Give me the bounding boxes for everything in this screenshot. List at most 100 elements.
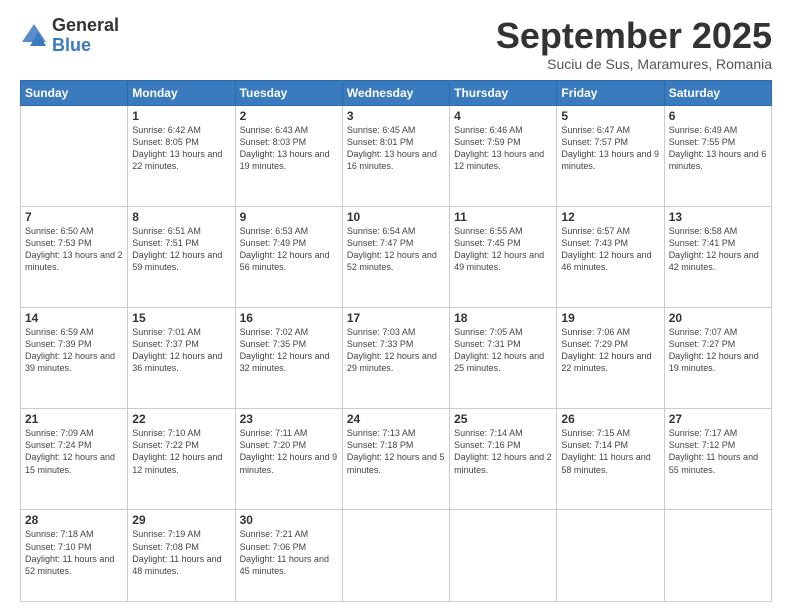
- day-number: 1: [132, 109, 230, 123]
- day-info: Sunrise: 7:11 AMSunset: 7:20 PMDaylight:…: [240, 427, 338, 476]
- day-info: Sunrise: 6:58 AMSunset: 7:41 PMDaylight:…: [669, 225, 767, 274]
- logo-blue-text: Blue: [52, 36, 119, 56]
- day-info: Sunrise: 7:14 AMSunset: 7:16 PMDaylight:…: [454, 427, 552, 476]
- weekday-row: Sunday Monday Tuesday Wednesday Thursday…: [21, 80, 772, 105]
- table-row: 2Sunrise: 6:43 AMSunset: 8:03 PMDaylight…: [235, 105, 342, 206]
- day-info: Sunrise: 6:45 AMSunset: 8:01 PMDaylight:…: [347, 124, 445, 173]
- day-info: Sunrise: 7:15 AMSunset: 7:14 PMDaylight:…: [561, 427, 659, 476]
- table-row: 30Sunrise: 7:21 AMSunset: 7:06 PMDayligh…: [235, 510, 342, 602]
- day-info: Sunrise: 6:55 AMSunset: 7:45 PMDaylight:…: [454, 225, 552, 274]
- calendar-header: Sunday Monday Tuesday Wednesday Thursday…: [21, 80, 772, 105]
- table-row: [450, 510, 557, 602]
- day-number: 4: [454, 109, 552, 123]
- table-row: 6Sunrise: 6:49 AMSunset: 7:55 PMDaylight…: [664, 105, 771, 206]
- day-info: Sunrise: 6:49 AMSunset: 7:55 PMDaylight:…: [669, 124, 767, 173]
- day-number: 14: [25, 311, 123, 325]
- location-subtitle: Suciu de Sus, Maramures, Romania: [496, 56, 772, 72]
- logo-icon: [20, 22, 48, 50]
- day-number: 12: [561, 210, 659, 224]
- header-friday: Friday: [557, 80, 664, 105]
- calendar-table: Sunday Monday Tuesday Wednesday Thursday…: [20, 80, 772, 602]
- table-row: 21Sunrise: 7:09 AMSunset: 7:24 PMDayligh…: [21, 409, 128, 510]
- table-row: 19Sunrise: 7:06 AMSunset: 7:29 PMDayligh…: [557, 308, 664, 409]
- day-number: 13: [669, 210, 767, 224]
- month-title: September 2025: [496, 16, 772, 56]
- table-row: 9Sunrise: 6:53 AMSunset: 7:49 PMDaylight…: [235, 206, 342, 307]
- table-row: 25Sunrise: 7:14 AMSunset: 7:16 PMDayligh…: [450, 409, 557, 510]
- table-row: 27Sunrise: 7:17 AMSunset: 7:12 PMDayligh…: [664, 409, 771, 510]
- day-number: 29: [132, 513, 230, 527]
- day-number: 2: [240, 109, 338, 123]
- day-info: Sunrise: 7:21 AMSunset: 7:06 PMDaylight:…: [240, 528, 338, 577]
- day-info: Sunrise: 7:13 AMSunset: 7:18 PMDaylight:…: [347, 427, 445, 476]
- table-row: 18Sunrise: 7:05 AMSunset: 7:31 PMDayligh…: [450, 308, 557, 409]
- day-number: 3: [347, 109, 445, 123]
- day-number: 26: [561, 412, 659, 426]
- day-info: Sunrise: 7:03 AMSunset: 7:33 PMDaylight:…: [347, 326, 445, 375]
- day-info: Sunrise: 6:46 AMSunset: 7:59 PMDaylight:…: [454, 124, 552, 173]
- day-info: Sunrise: 6:54 AMSunset: 7:47 PMDaylight:…: [347, 225, 445, 274]
- page: General Blue September 2025 Suciu de Sus…: [0, 0, 792, 612]
- table-row: 5Sunrise: 6:47 AMSunset: 7:57 PMDaylight…: [557, 105, 664, 206]
- table-row: 13Sunrise: 6:58 AMSunset: 7:41 PMDayligh…: [664, 206, 771, 307]
- day-number: 22: [132, 412, 230, 426]
- day-info: Sunrise: 7:09 AMSunset: 7:24 PMDaylight:…: [25, 427, 123, 476]
- day-number: 30: [240, 513, 338, 527]
- header-tuesday: Tuesday: [235, 80, 342, 105]
- day-info: Sunrise: 7:19 AMSunset: 7:08 PMDaylight:…: [132, 528, 230, 577]
- table-row: 4Sunrise: 6:46 AMSunset: 7:59 PMDaylight…: [450, 105, 557, 206]
- logo-text: General Blue: [52, 16, 119, 56]
- day-number: 23: [240, 412, 338, 426]
- table-row: 24Sunrise: 7:13 AMSunset: 7:18 PMDayligh…: [342, 409, 449, 510]
- day-number: 19: [561, 311, 659, 325]
- table-row: 22Sunrise: 7:10 AMSunset: 7:22 PMDayligh…: [128, 409, 235, 510]
- day-number: 16: [240, 311, 338, 325]
- table-row: [342, 510, 449, 602]
- table-row: 20Sunrise: 7:07 AMSunset: 7:27 PMDayligh…: [664, 308, 771, 409]
- table-row: 7Sunrise: 6:50 AMSunset: 7:53 PMDaylight…: [21, 206, 128, 307]
- day-number: 9: [240, 210, 338, 224]
- table-row: 29Sunrise: 7:19 AMSunset: 7:08 PMDayligh…: [128, 510, 235, 602]
- calendar-body: 1Sunrise: 6:42 AMSunset: 8:05 PMDaylight…: [21, 105, 772, 601]
- day-info: Sunrise: 7:17 AMSunset: 7:12 PMDaylight:…: [669, 427, 767, 476]
- day-number: 17: [347, 311, 445, 325]
- table-row: 16Sunrise: 7:02 AMSunset: 7:35 PMDayligh…: [235, 308, 342, 409]
- table-row: [557, 510, 664, 602]
- day-info: Sunrise: 7:05 AMSunset: 7:31 PMDaylight:…: [454, 326, 552, 375]
- day-info: Sunrise: 6:42 AMSunset: 8:05 PMDaylight:…: [132, 124, 230, 173]
- header-wednesday: Wednesday: [342, 80, 449, 105]
- day-info: Sunrise: 7:01 AMSunset: 7:37 PMDaylight:…: [132, 326, 230, 375]
- title-block: September 2025 Suciu de Sus, Maramures, …: [496, 16, 772, 72]
- day-info: Sunrise: 6:59 AMSunset: 7:39 PMDaylight:…: [25, 326, 123, 375]
- table-row: 11Sunrise: 6:55 AMSunset: 7:45 PMDayligh…: [450, 206, 557, 307]
- day-number: 28: [25, 513, 123, 527]
- day-info: Sunrise: 6:43 AMSunset: 8:03 PMDaylight:…: [240, 124, 338, 173]
- logo-general-text: General: [52, 16, 119, 36]
- day-number: 18: [454, 311, 552, 325]
- day-number: 6: [669, 109, 767, 123]
- day-number: 5: [561, 109, 659, 123]
- day-info: Sunrise: 6:57 AMSunset: 7:43 PMDaylight:…: [561, 225, 659, 274]
- day-info: Sunrise: 7:10 AMSunset: 7:22 PMDaylight:…: [132, 427, 230, 476]
- day-info: Sunrise: 6:51 AMSunset: 7:51 PMDaylight:…: [132, 225, 230, 274]
- day-info: Sunrise: 7:02 AMSunset: 7:35 PMDaylight:…: [240, 326, 338, 375]
- table-row: 8Sunrise: 6:51 AMSunset: 7:51 PMDaylight…: [128, 206, 235, 307]
- day-info: Sunrise: 6:53 AMSunset: 7:49 PMDaylight:…: [240, 225, 338, 274]
- day-number: 10: [347, 210, 445, 224]
- day-number: 21: [25, 412, 123, 426]
- table-row: [664, 510, 771, 602]
- day-number: 11: [454, 210, 552, 224]
- day-number: 8: [132, 210, 230, 224]
- day-info: Sunrise: 7:18 AMSunset: 7:10 PMDaylight:…: [25, 528, 123, 577]
- day-number: 15: [132, 311, 230, 325]
- table-row: 15Sunrise: 7:01 AMSunset: 7:37 PMDayligh…: [128, 308, 235, 409]
- day-info: Sunrise: 7:07 AMSunset: 7:27 PMDaylight:…: [669, 326, 767, 375]
- day-info: Sunrise: 7:06 AMSunset: 7:29 PMDaylight:…: [561, 326, 659, 375]
- day-number: 20: [669, 311, 767, 325]
- table-row: 12Sunrise: 6:57 AMSunset: 7:43 PMDayligh…: [557, 206, 664, 307]
- day-number: 27: [669, 412, 767, 426]
- table-row: [21, 105, 128, 206]
- table-row: 23Sunrise: 7:11 AMSunset: 7:20 PMDayligh…: [235, 409, 342, 510]
- header-saturday: Saturday: [664, 80, 771, 105]
- table-row: 17Sunrise: 7:03 AMSunset: 7:33 PMDayligh…: [342, 308, 449, 409]
